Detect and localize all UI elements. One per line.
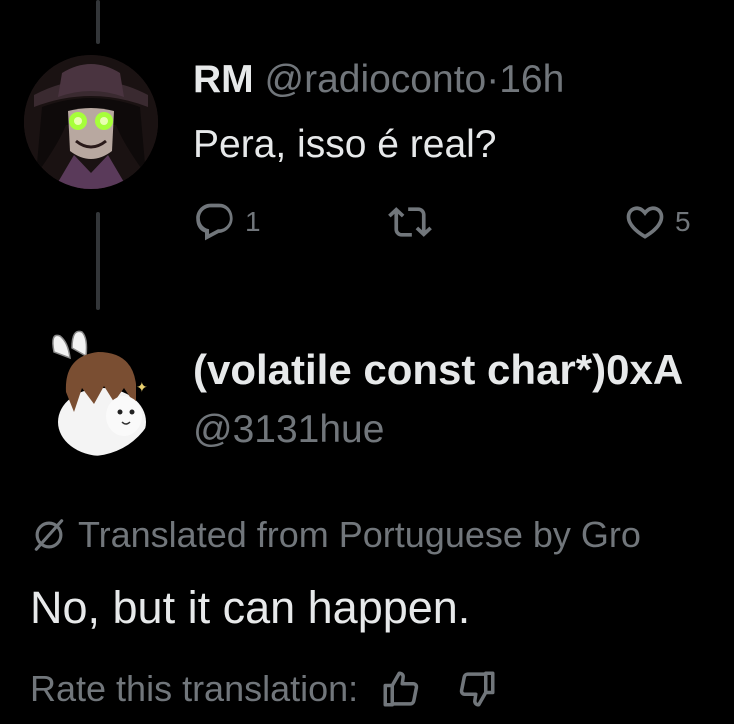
post1-display-name[interactable]: RM [193,58,254,101]
retweet-button[interactable] [388,200,432,244]
reply-count: 1 [245,206,261,237]
reply-button[interactable]: 1 [193,200,261,244]
thread-line-connector [96,212,100,310]
post2-display-name[interactable]: (volatile const char*)0xA [193,346,683,394]
avatar-3131hue-image: ✦ [24,322,158,456]
avatar-rm[interactable] [24,55,158,189]
post1-time[interactable]: 16h [499,58,564,101]
rate-translation-label: Rate this translation: [30,668,359,709]
post2-text: No, but it can happen. [30,582,471,633]
thumbs-down-icon [459,671,495,707]
post1-separator: · [486,58,500,101]
thumbs-down-button[interactable] [456,668,498,710]
post1-actions: 1 5 [193,200,713,250]
translate-icon [34,519,64,551]
post1-text: Pera, isso é real? [193,123,497,166]
translation-note: Translated from Portuguese by Gro [30,514,641,556]
translation-note-text: Translated from Portuguese by Gro [78,514,641,555]
thread-line-top [96,0,100,44]
avatar-3131hue[interactable]: ✦ [24,322,158,456]
rate-translation: Rate this translation: [30,668,498,710]
thumbs-up-button[interactable] [380,668,422,710]
svg-text:✦: ✦ [136,380,148,396]
avatar-rm-image [24,55,158,189]
reply-icon [196,203,233,241]
retweet-icon [388,207,432,237]
like-count: 5 [675,206,691,237]
thumbs-up-icon [383,671,419,707]
post1-handle[interactable]: @radioconto [265,58,487,101]
post1-header: RM @radioconto·16h [193,58,564,102]
like-button[interactable]: 5 [623,200,691,244]
post2-handle[interactable]: @3131hue [193,408,384,452]
like-icon [626,206,664,239]
